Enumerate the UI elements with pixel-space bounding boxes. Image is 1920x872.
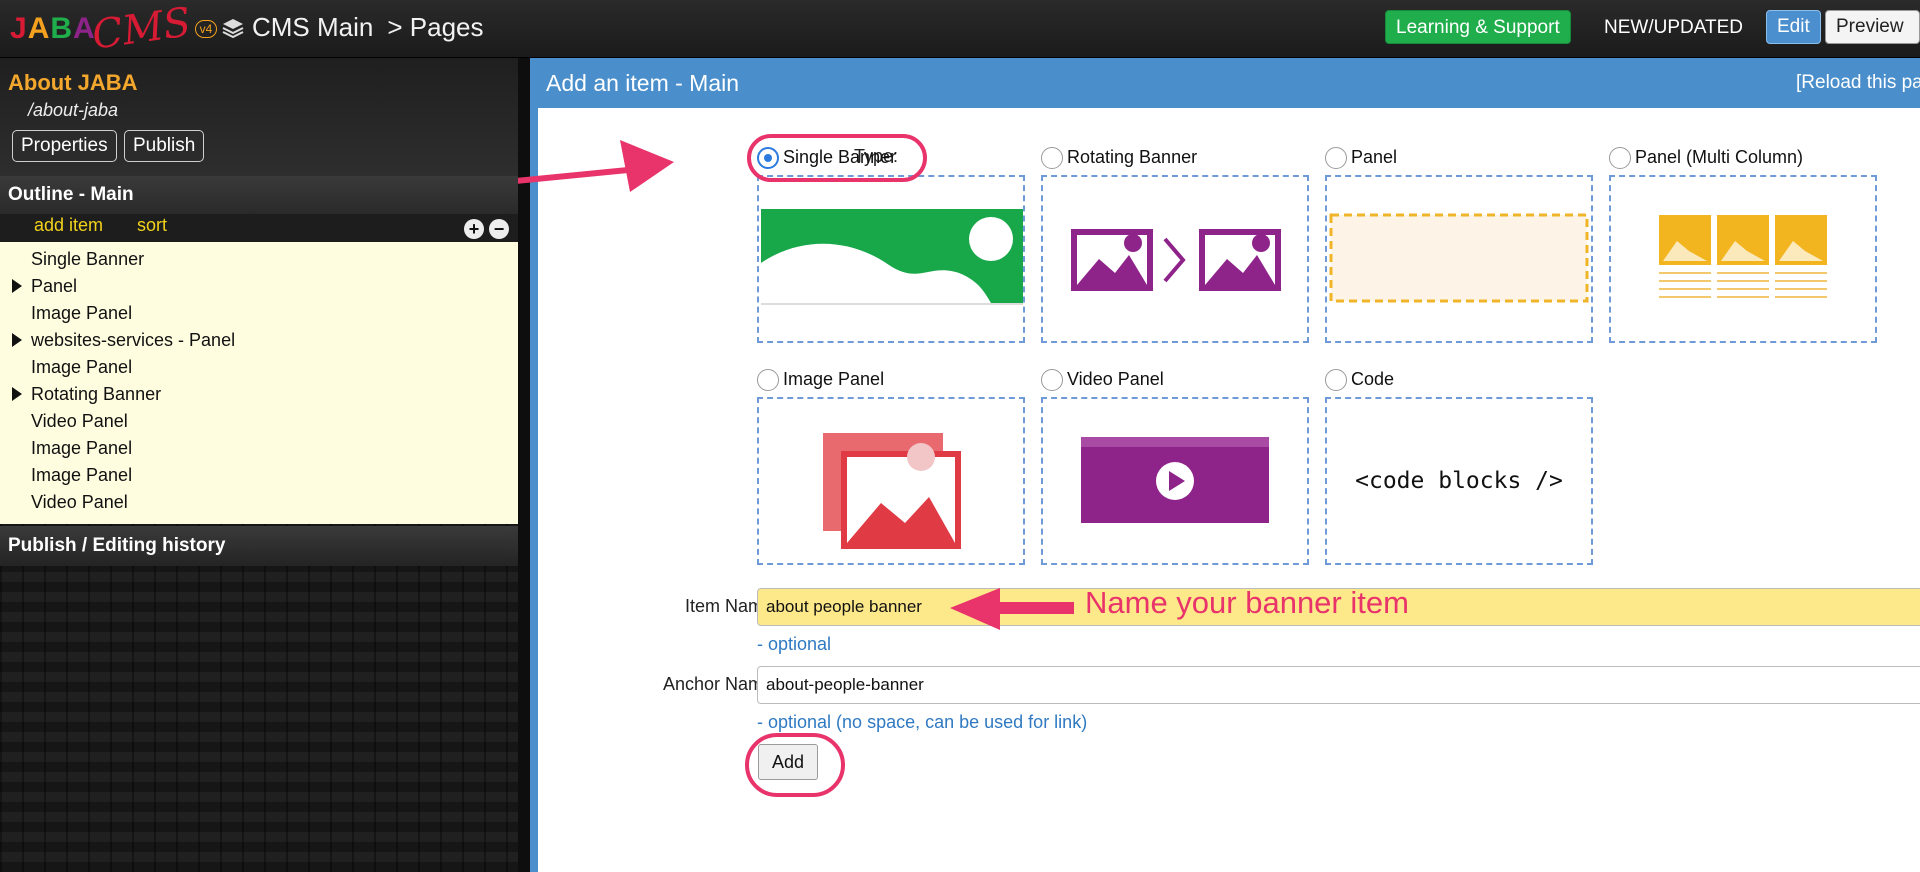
outline-item-label: Rotating Banner: [31, 384, 162, 404]
outline-item-label: Video Panel: [31, 492, 128, 512]
annotation-callout: Name your banner item: [1085, 585, 1409, 620]
publish-history-heading[interactable]: Publish / Editing history: [0, 526, 518, 566]
page-title: About JABA: [8, 70, 138, 95]
outline-heading: Outline - Main: [0, 176, 518, 214]
expand-triangle-icon[interactable]: [12, 387, 22, 401]
outline-item-label: Video Panel: [31, 411, 128, 431]
outline-toolbar: add item sort + −: [0, 214, 518, 242]
outline-item-label: Panel: [31, 276, 78, 296]
add-item-link[interactable]: add item: [34, 215, 103, 236]
arrow-head-add-item-icon: [620, 140, 674, 192]
outline-item[interactable]: Panel: [0, 273, 518, 300]
outline-item[interactable]: Video Panel: [0, 489, 518, 516]
outline-item[interactable]: Single Banner: [0, 246, 518, 273]
outline-item[interactable]: Video Panel: [0, 408, 518, 435]
outline-item[interactable]: Rotating Banner: [0, 381, 518, 408]
outline-item[interactable]: Image Panel: [0, 300, 518, 327]
outline-item-label: Image Panel: [31, 438, 133, 458]
expand-triangle-icon[interactable]: [12, 333, 22, 347]
outline-item[interactable]: Image Panel: [0, 435, 518, 462]
collapse-all-icon[interactable]: −: [489, 219, 509, 239]
expand-triangle-icon[interactable]: [12, 279, 22, 293]
outline-item-label: Image Panel: [31, 303, 133, 323]
page-path: /about-jaba: [28, 100, 119, 120]
properties-button[interactable]: Properties: [12, 130, 117, 162]
expand-all-icon[interactable]: +: [464, 219, 484, 239]
outline-item[interactable]: websites-services - Panel: [0, 327, 518, 354]
publish-button[interactable]: Publish: [124, 130, 205, 162]
outline-list: Single Banner Panel Image Panel websites-se…: [0, 242, 518, 524]
outline-item[interactable]: Image Panel: [0, 354, 518, 381]
sort-link[interactable]: sort: [137, 215, 167, 236]
outline-item-label: websites-services - Panel: [31, 330, 236, 350]
outline-item-label: Image Panel: [31, 357, 133, 377]
arrow-head-item-name-icon: [950, 588, 1000, 630]
outline-item-label: Single Banner: [31, 249, 145, 269]
outline-item-label: Image Panel: [31, 465, 133, 485]
page-header: About JABA /about-jaba Properties Publis…: [0, 58, 518, 176]
outline-item[interactable]: Image Panel: [0, 462, 518, 489]
